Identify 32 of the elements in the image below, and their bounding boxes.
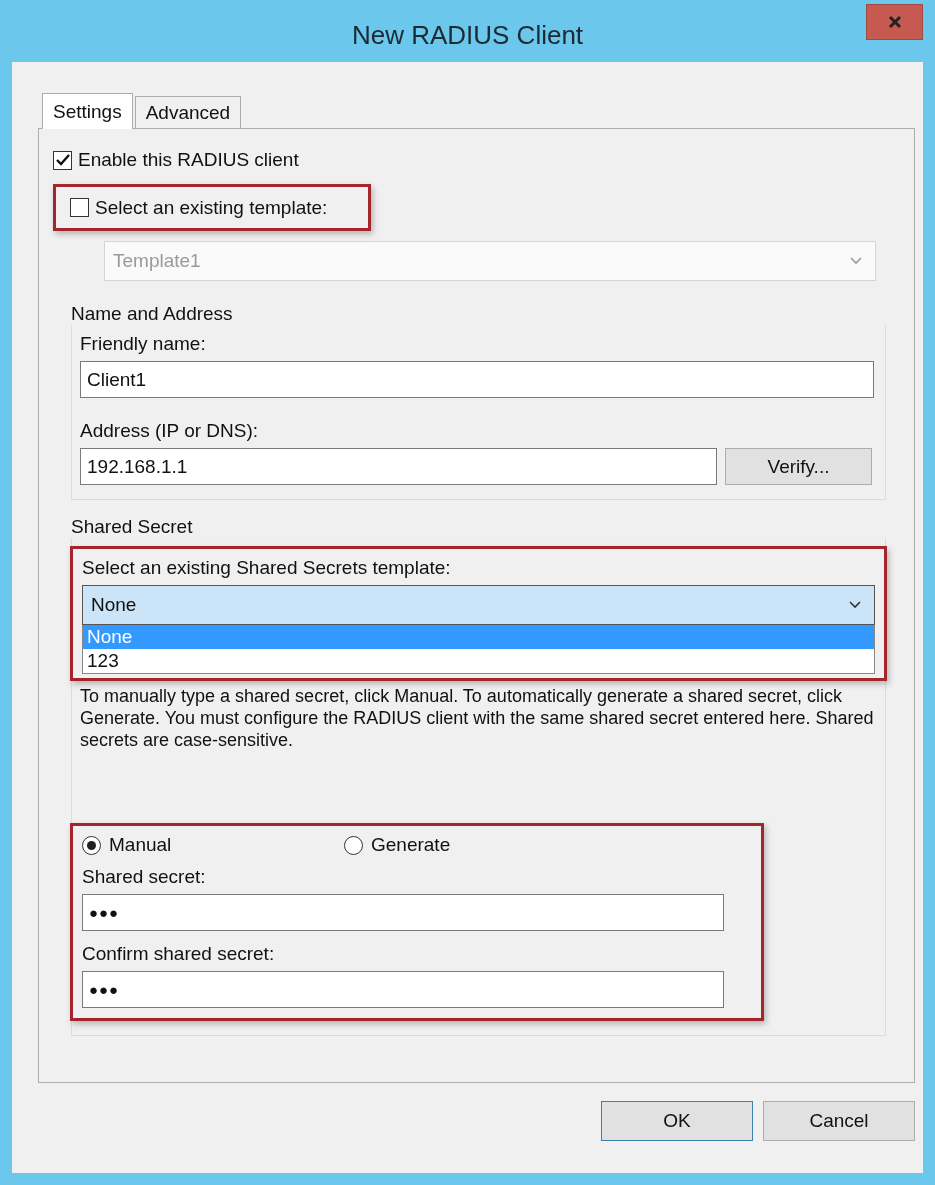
window-title: New RADIUS Client <box>351 20 584 51</box>
field-label: Shared secret: <box>82 866 207 888</box>
field-label: Friendly name: <box>80 333 207 355</box>
close-icon <box>886 14 903 30</box>
checkbox-label: Select an existing template: <box>95 196 328 219</box>
radio-label: Manual <box>109 834 172 856</box>
dialog-button[interactable]: OK <box>601 1101 753 1141</box>
chevron-down-icon <box>849 256 863 266</box>
field-label: Select an existing Shared Secrets template: <box>82 557 452 579</box>
verify-button[interactable]: Verify... <box>725 448 872 485</box>
dropdown-option[interactable]: 123 <box>83 649 874 673</box>
input-field[interactable]: 192.168.1.1 <box>80 448 717 485</box>
radio-label: Generate <box>371 834 451 856</box>
dialog-button[interactable]: Cancel <box>763 1101 915 1141</box>
password-field[interactable]: ●●● <box>82 894 724 931</box>
checkbox-label: Enable this RADIUS client <box>78 149 299 171</box>
group-title: Name and Address <box>71 303 234 325</box>
chevron-down-icon <box>848 600 862 610</box>
password-field[interactable]: ●●● <box>82 971 724 1008</box>
field-label: Confirm shared secret: <box>82 943 276 965</box>
radio-button[interactable] <box>82 835 101 855</box>
checkbox[interactable] <box>70 198 89 217</box>
input-field[interactable]: Client1 <box>80 361 874 398</box>
tab[interactable]: Advanced <box>134 96 242 128</box>
close-button[interactable] <box>866 4 923 40</box>
help-text: To manually type a shared secret, click Manual. To automatically generate a shared secret, click Generate. You must configure the RADIUS client with the same shared secret entered here. Shared secrets are case-sensitive. <box>80 685 875 751</box>
checkbox[interactable] <box>53 150 72 170</box>
group-title: Shared Secret <box>71 516 194 538</box>
secrets-template-dropdown[interactable]: None <box>82 585 875 625</box>
tab[interactable]: Settings <box>42 93 133 129</box>
field-label: Address (IP or DNS): <box>80 420 260 442</box>
radio-button[interactable] <box>344 835 363 855</box>
